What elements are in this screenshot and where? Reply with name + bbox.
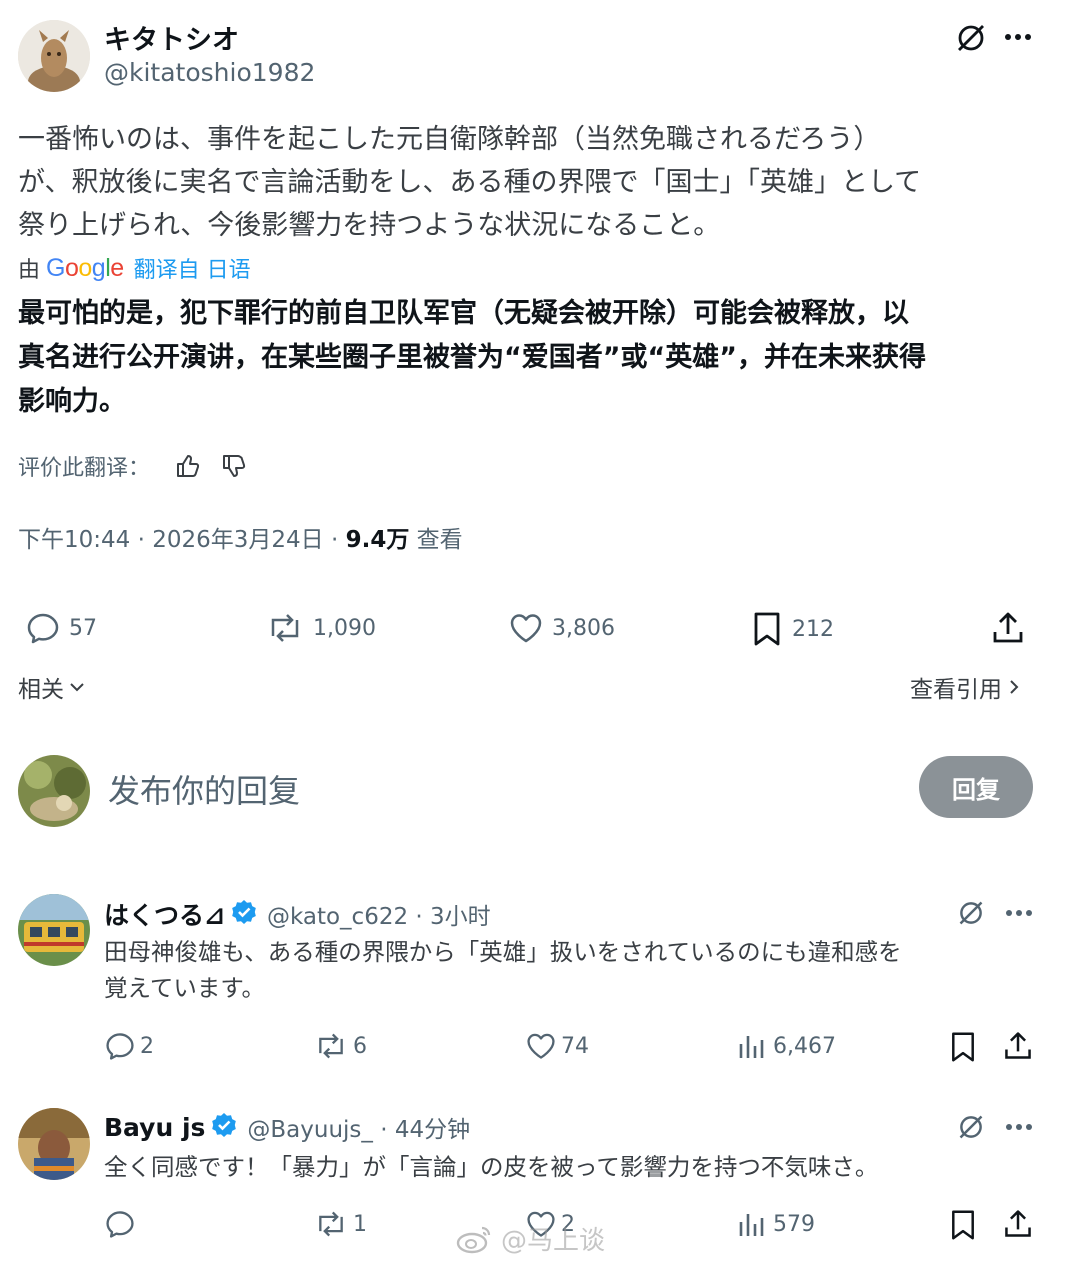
rate-translation: 评价此翻译： (18, 450, 248, 482)
reply-count: 2 (140, 1033, 154, 1059)
thumbs-up-icon[interactable] (174, 452, 202, 480)
views-action[interactable]: 579 (737, 1208, 815, 1240)
verified-badge-icon (211, 1112, 237, 1142)
more-icon[interactable] (1005, 1120, 1033, 1134)
grok-icon[interactable] (957, 1113, 985, 1141)
rate-translation-label: 评价此翻译： (18, 456, 151, 481)
like-count: 74 (561, 1033, 589, 1059)
bar-chart-icon (737, 1208, 767, 1240)
related-dropdown[interactable]: 相关 (18, 670, 86, 704)
view-quotes-label: 查看引用 (910, 677, 1002, 703)
heart-icon (508, 610, 544, 646)
views-count: 9.4万 (345, 527, 410, 553)
reply-icon (104, 1208, 136, 1240)
translated-text-line: 影响力。 (18, 386, 126, 417)
bar-chart-icon (737, 1030, 767, 1062)
reply-author-name[interactable]: Bayu js (104, 1113, 205, 1142)
repost-action[interactable]: 6 (313, 1030, 367, 1062)
reply-avatar[interactable] (18, 1108, 90, 1180)
more-icon[interactable] (1005, 906, 1033, 920)
translated-text-line: 真名进行公开演讲，在某些圈子里被誉为“爱国者”或“英雄”，并在未来获得 (18, 342, 926, 373)
grok-icon[interactable] (955, 22, 987, 54)
share-icon[interactable] (1002, 1208, 1034, 1240)
reply-text: 田母神俊雄も、ある種の界隈から「英雄」扱いをされているのにも違和感を 覚えていま… (104, 934, 902, 1006)
original-text-line: 祭り上げられ、今後影響力を持つような状況になること。 (18, 210, 721, 241)
author-avatar[interactable] (18, 20, 90, 92)
thumbs-down-icon[interactable] (220, 452, 248, 480)
reply-author-name[interactable]: はくつる⊿ (104, 896, 225, 932)
translation-by-label: 由 (18, 258, 41, 283)
reply-text-line: 田母神俊雄も、ある種の界隈から「英雄」扱いをされているのにも違和感を (104, 938, 902, 966)
reply-action[interactable]: 2 (104, 1030, 154, 1062)
reply-text: 全く同感です！「暴力」が「言論」の皮を被って影響力を持つ不気味さ。 (104, 1149, 878, 1185)
heart-icon (525, 1030, 557, 1062)
repost-count: 6 (353, 1033, 367, 1059)
original-text: 一番怖いのは、事件を起こした元自衛隊幹部（当然免職されるだろう） が、釈放後に実… (18, 118, 921, 247)
reply-author-meta[interactable]: @Bayuujs_ · 44分钟 (247, 1110, 470, 1144)
post-timestamp[interactable]: 下午10:44 · 2026年3月24日 · 9.4万 查看 (18, 520, 463, 554)
weibo-logo-icon (455, 1223, 495, 1255)
reply-author-meta[interactable]: @kato_c622 · 3小时 (267, 897, 491, 931)
repost-count: 1 (353, 1211, 367, 1237)
translated-text-line: 最可怕的是，犯下罪行的前自卫队军官（无疑会被开除）可能会被释放，以 (18, 298, 909, 329)
views-label: 查看 (409, 527, 463, 553)
compose-reply-input[interactable]: 发布你的回复 (108, 766, 300, 812)
related-label: 相关 (18, 677, 64, 703)
more-icon[interactable] (1004, 30, 1032, 44)
grok-icon[interactable] (957, 899, 985, 927)
views-count: 6,467 (773, 1033, 836, 1059)
repost-count: 1,090 (313, 615, 376, 641)
reply-count: 57 (69, 615, 97, 641)
repost-action[interactable]: 1 (313, 1208, 367, 1240)
chevron-down-icon (68, 678, 86, 696)
watermark-text: @马上谈 (501, 1226, 606, 1256)
bookmark-icon (750, 610, 784, 648)
reply-icon (25, 610, 61, 646)
bookmark-count: 212 (792, 616, 834, 642)
my-avatar[interactable] (18, 755, 90, 827)
verified-badge-icon (231, 899, 257, 929)
chevron-right-icon (1006, 677, 1022, 697)
views-action[interactable]: 6,467 (737, 1030, 836, 1062)
repost-action[interactable]: 1,090 (265, 610, 376, 646)
timestamp-text: 下午10:44 · 2026年3月24日 · (18, 527, 346, 553)
google-logo: Google (46, 253, 124, 282)
like-action[interactable]: 74 (525, 1030, 589, 1062)
author-name[interactable]: キタトシオ (104, 18, 239, 57)
repost-icon (313, 1030, 349, 1062)
bookmark-icon[interactable] (948, 1208, 978, 1242)
watermark: @马上谈 (455, 1220, 605, 1257)
author-handle[interactable]: @kitatoshio1982 (104, 58, 315, 87)
reply-text-line: 全く同感です！「暴力」が「言論」の皮を被って影響力を持つ不気味さ。 (104, 1153, 879, 1181)
translation-attribution: 由 Google 翻译自 日语 (18, 252, 251, 284)
reply-icon (104, 1030, 136, 1062)
translation-from-link[interactable]: 翻译自 日语 (134, 252, 251, 284)
views-count: 579 (773, 1211, 815, 1237)
reply-text-line: 覚えています。 (104, 974, 265, 1002)
share-icon[interactable] (990, 610, 1026, 646)
reply-header: Bayu js @Bayuujs_ · 44分钟 (104, 1110, 470, 1144)
bookmark-action[interactable]: 212 (750, 610, 834, 648)
reply-header: はくつる⊿ @kato_c622 · 3小时 (104, 896, 491, 932)
reply-avatar[interactable] (18, 894, 90, 966)
repost-icon (265, 610, 305, 646)
repost-icon (313, 1208, 349, 1240)
like-count: 3,806 (552, 615, 615, 641)
like-action[interactable]: 3,806 (508, 610, 615, 646)
reply-action[interactable] (104, 1208, 140, 1240)
reply-button[interactable]: 回复 (919, 756, 1033, 818)
share-icon[interactable] (1002, 1030, 1034, 1062)
original-text-line: 一番怖いのは、事件を起こした元自衛隊幹部（当然免職されるだろう） (18, 124, 881, 155)
bookmark-icon[interactable] (948, 1030, 978, 1064)
original-text-line: が、釈放後に実名で言論活動をし、ある種の界隈で「国士」「英雄」として (18, 167, 922, 198)
translated-text: 最可怕的是，犯下罪行的前自卫队军官（无疑会被开除）可能会被释放，以 真名进行公开… (18, 292, 926, 424)
reply-action[interactable]: 57 (25, 610, 97, 646)
view-quotes-link[interactable]: 查看引用 (910, 670, 1022, 704)
